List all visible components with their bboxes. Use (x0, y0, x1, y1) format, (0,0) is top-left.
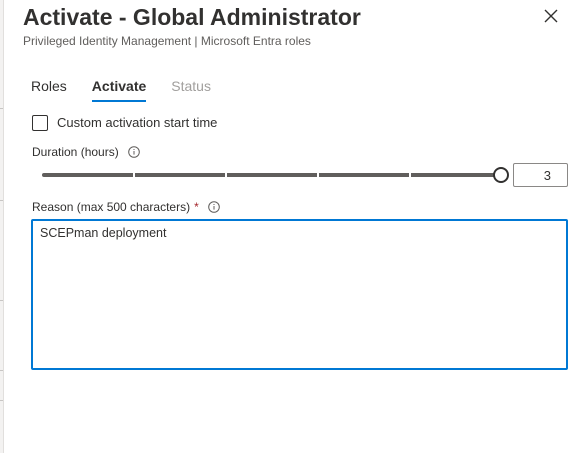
tab-status: Status (171, 78, 211, 94)
duration-input[interactable] (513, 163, 568, 187)
slider-thumb[interactable] (493, 167, 509, 183)
info-icon[interactable] (207, 201, 220, 213)
tab-activate[interactable]: Activate (91, 76, 147, 102)
slider-step-mark (133, 172, 135, 178)
custom-start-time-label: Custom activation start time (57, 115, 218, 130)
slider-track (42, 173, 502, 177)
info-icon[interactable] (127, 146, 140, 158)
custom-start-time-checkbox[interactable] (32, 115, 48, 131)
close-icon (544, 9, 558, 23)
reason-label-row: Reason (max 500 characters) * (32, 199, 220, 215)
duration-slider[interactable] (42, 166, 509, 184)
reason-label: Reason (max 500 characters) (32, 200, 191, 214)
background-panel-edge (0, 0, 4, 453)
dialog-title: Activate - Global Administrator (23, 4, 361, 30)
edge-divider (0, 370, 3, 371)
duration-label-row: Duration (hours) (32, 144, 140, 160)
slider-step-mark (409, 172, 411, 178)
required-indicator: * (194, 200, 199, 214)
close-button[interactable] (539, 4, 563, 28)
slider-step-mark (317, 172, 319, 178)
dialog-subtitle: Privileged Identity Management | Microso… (23, 34, 311, 48)
edge-divider (0, 200, 3, 201)
tab-bar: Roles Activate Status (31, 76, 236, 102)
reason-textarea[interactable]: SCEPman deployment (31, 219, 568, 370)
duration-label: Duration (hours) (32, 145, 119, 159)
edge-divider (0, 400, 3, 401)
edge-divider (0, 300, 3, 301)
edge-divider (0, 108, 3, 109)
slider-step-mark (225, 172, 227, 178)
custom-start-time-option[interactable]: Custom activation start time (32, 114, 217, 132)
tab-roles[interactable]: Roles (31, 76, 67, 100)
